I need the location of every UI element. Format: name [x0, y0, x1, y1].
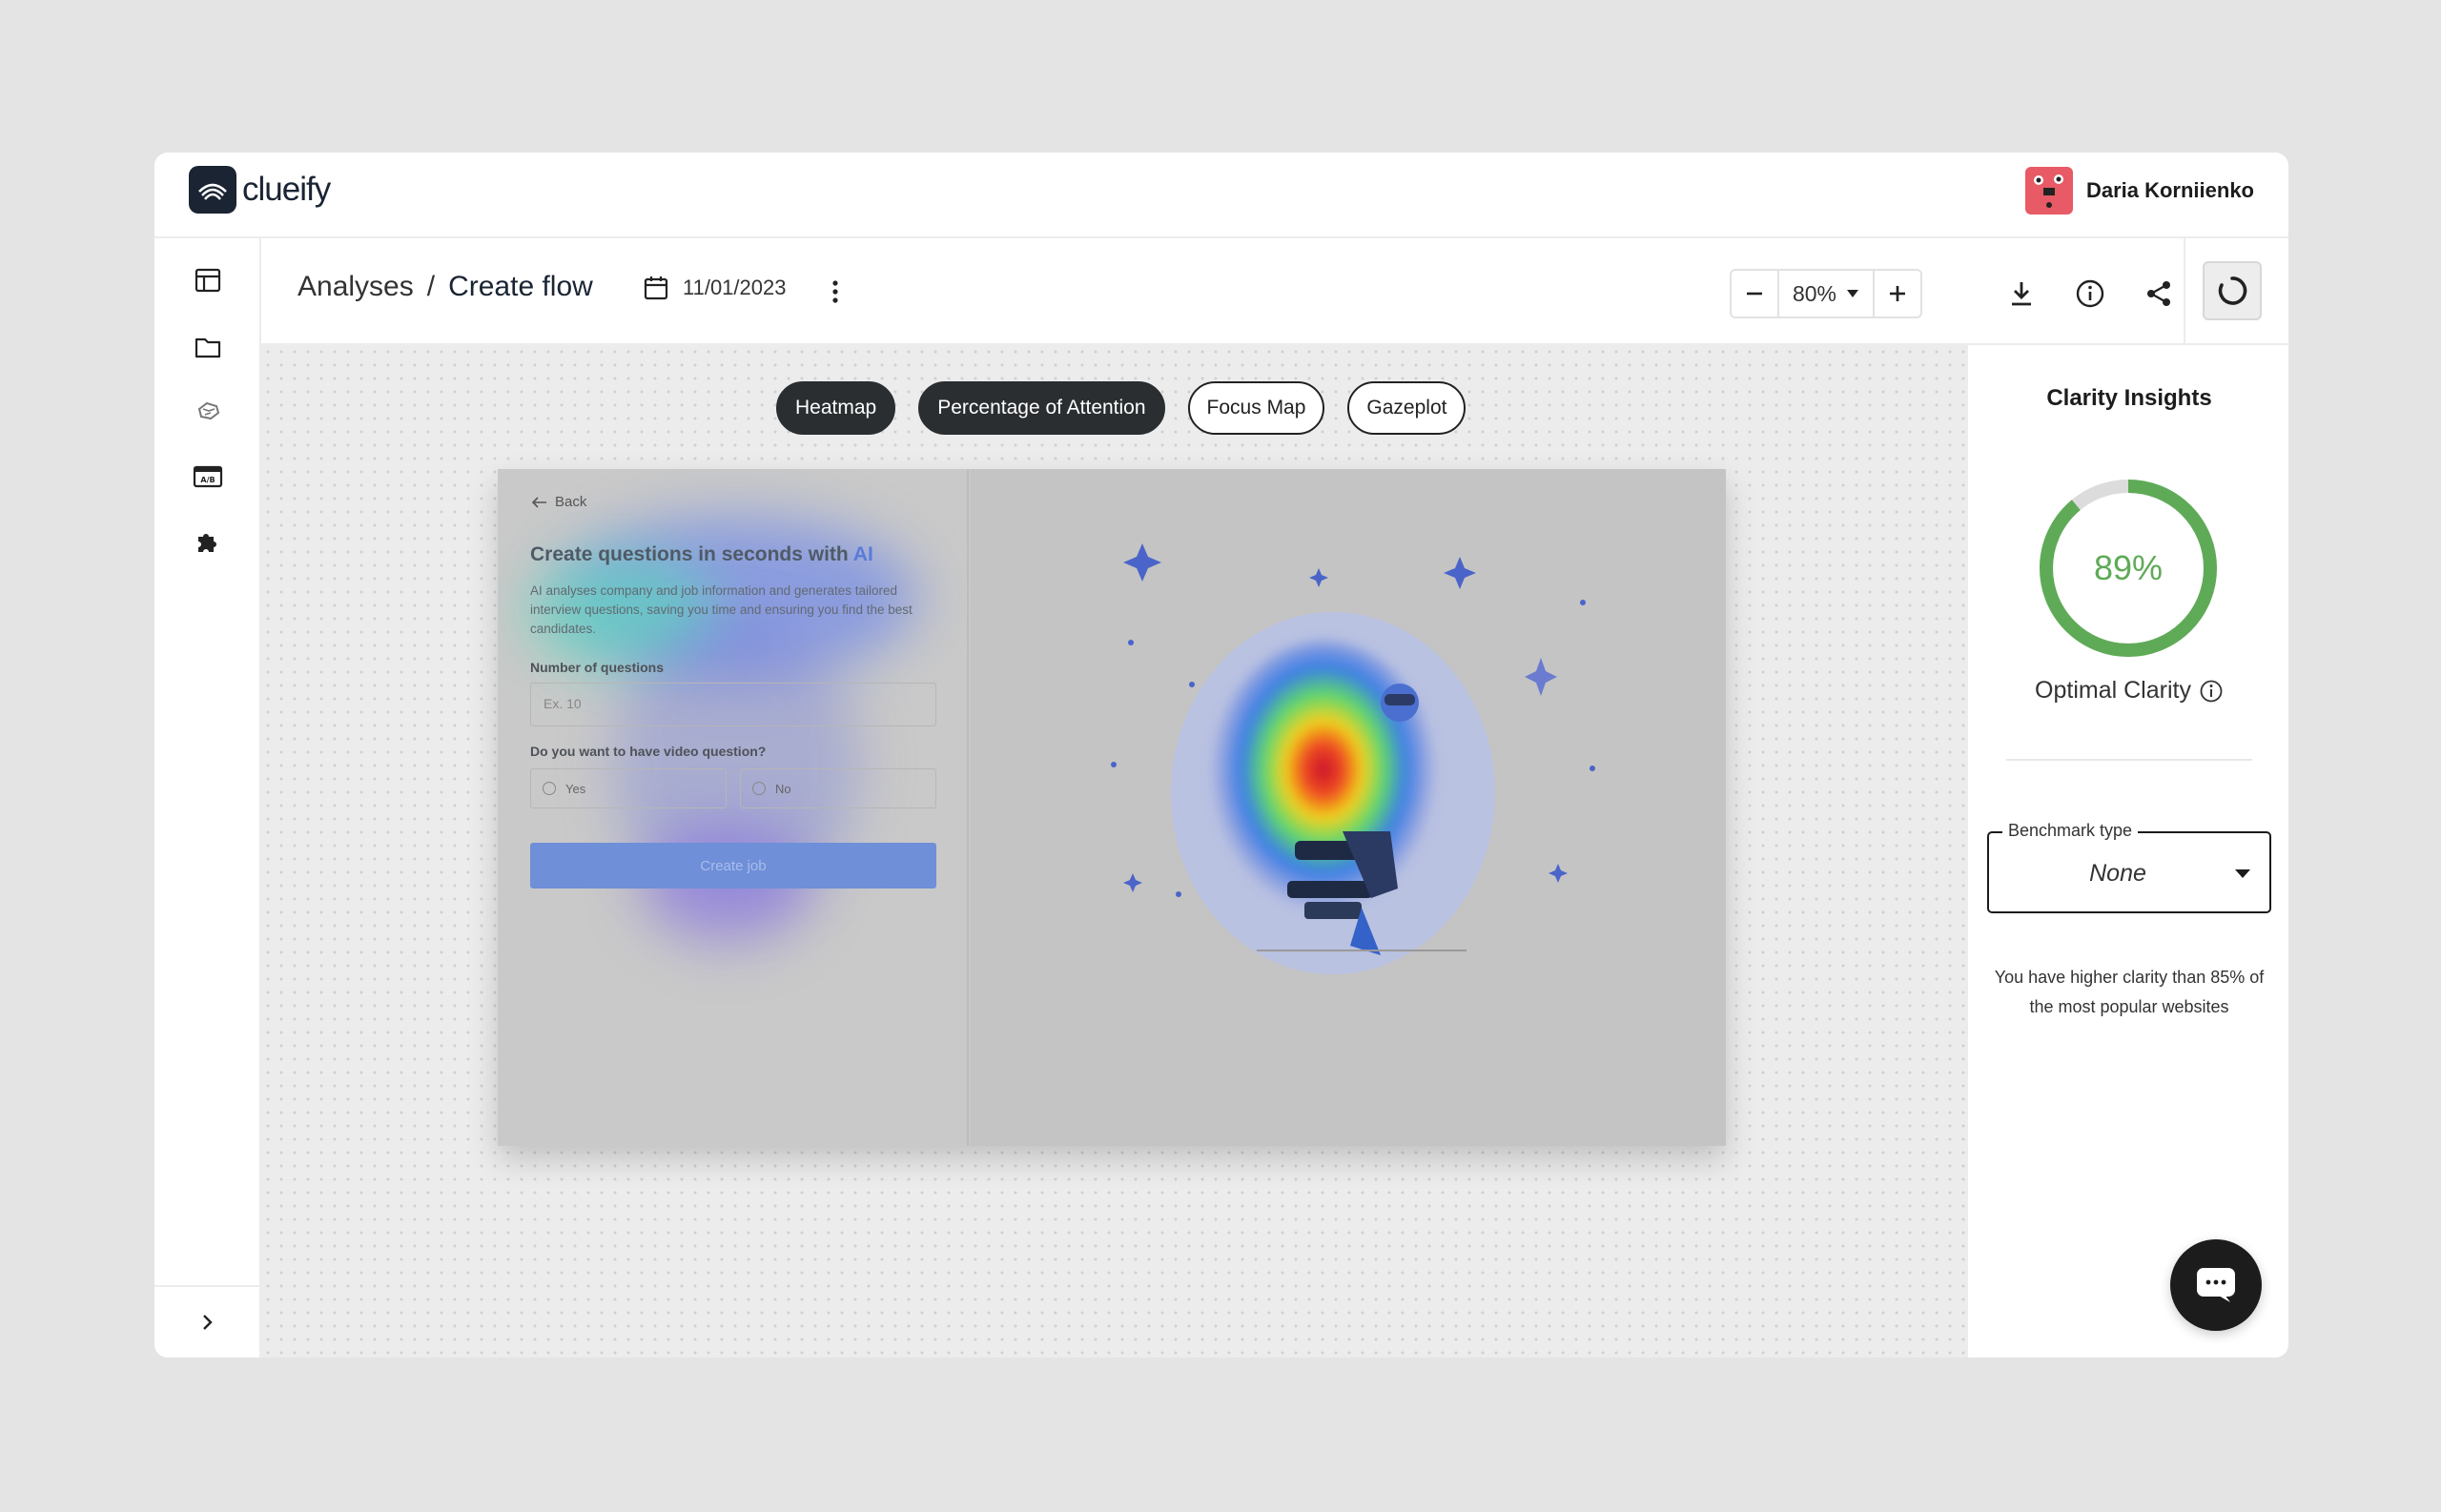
view-mode-tabs: Heatmap Percentage of Attention Focus Ma…: [776, 381, 1467, 435]
user-name: Daria Korniienko: [2085, 178, 2254, 202]
top-bar: clueify Daria Korniienko: [154, 153, 2288, 238]
clarity-status: Optimal Clarity: [1968, 677, 2288, 705]
clarity-status-label: Optimal Clarity: [2035, 677, 2191, 704]
avatar: [2024, 167, 2073, 215]
preview-illustration-panel: [971, 469, 1726, 1146]
preview-radio-yes: Yes: [530, 768, 727, 808]
chat-support-button[interactable]: [2170, 1239, 2262, 1331]
ab-test-nav-icon[interactable]: A/B: [185, 454, 231, 500]
info-icon[interactable]: [2069, 273, 2111, 315]
chevron-right-icon: [203, 1315, 213, 1330]
analysis-canvas: Heatmap Percentage of Attention Focus Ma…: [261, 345, 1966, 1358]
breadcrumb: Analyses / Create flow: [297, 271, 593, 303]
more-options-icon[interactable]: [824, 275, 847, 309]
insights-divider: [2006, 759, 2252, 761]
insights-title: Clarity Insights: [2046, 385, 2212, 411]
preview-questions-input: Ex. 10: [530, 683, 936, 726]
benchmark-type-label: Benchmark type: [2002, 821, 2139, 841]
clarity-insights-panel: Clarity Insights 89% Optimal Clarity Ben…: [1966, 345, 2288, 1358]
calendar-icon: [644, 276, 668, 300]
logo-text: clueify: [242, 171, 331, 208]
preview-questions-label: Number of questions: [530, 660, 665, 675]
tab-percentage-of-attention[interactable]: Percentage of Attention: [918, 381, 1165, 435]
tab-gazeplot[interactable]: Gazeplot: [1347, 381, 1467, 435]
zoom-in-button[interactable]: [1875, 271, 1920, 317]
download-icon[interactable]: [2000, 273, 2042, 315]
arrow-left-icon: [532, 496, 546, 508]
zoom-level: 80%: [1792, 280, 1837, 306]
logo[interactable]: clueify: [189, 166, 331, 214]
preview-back-link: Back: [532, 494, 586, 510]
benchmark-type-select[interactable]: Benchmark type None: [1987, 821, 2271, 913]
spinner-icon: [2218, 276, 2247, 305]
page-title: Create flow: [448, 271, 593, 302]
preview-radio-no: No: [740, 768, 936, 808]
preview-form-panel: Back Create questions in seconds with AI…: [498, 469, 969, 1146]
preview-title: Create questions in seconds with AI: [530, 543, 873, 565]
page-header: Analyses / Create flow 11/01/2023 80%: [261, 238, 2288, 345]
caret-down-icon: [1847, 290, 1859, 297]
expand-nav-button[interactable]: [154, 1285, 259, 1358]
insights-toggle-button[interactable]: [2203, 261, 2262, 320]
clarity-comparison-note: You have higher clarity than 85% of the …: [1994, 968, 2265, 1016]
screenshot-preview: Back Create questions in seconds with AI…: [498, 469, 1726, 1146]
zoom-control: 80%: [1730, 269, 1922, 318]
date-value: 11/01/2023: [683, 276, 787, 299]
plus-icon: [1890, 286, 1905, 301]
folder-nav-icon[interactable]: [185, 324, 231, 370]
preview-video-label: Do you want to have video question?: [530, 744, 767, 759]
preview-create-job-button: Create job: [530, 843, 936, 889]
left-nav: A/B: [154, 238, 261, 1358]
benchmark-type-value: None: [2089, 860, 2146, 887]
zoom-out-button[interactable]: [1732, 271, 1777, 317]
tab-heatmap[interactable]: Heatmap: [776, 381, 896, 435]
preview-description: AI analyses company and job information …: [530, 583, 913, 636]
tab-focus-map[interactable]: Focus Map: [1187, 381, 1325, 435]
svg-text:A/B: A/B: [200, 476, 215, 484]
chat-icon: [2197, 1268, 2235, 1302]
date-picker[interactable]: 11/01/2023: [643, 275, 786, 301]
header-divider: [2184, 238, 2185, 345]
radio-circle-icon: [752, 782, 766, 795]
info-icon[interactable]: [2199, 679, 2224, 704]
share-icon[interactable]: [2138, 273, 2180, 315]
logo-mark-icon: [189, 166, 236, 214]
dashboard-nav-icon[interactable]: [185, 257, 231, 303]
breadcrumb-analyses[interactable]: Analyses: [297, 271, 414, 303]
breadcrumb-separator: /: [426, 271, 436, 302]
radio-circle-icon: [543, 782, 556, 795]
integrations-nav-icon[interactable]: [185, 519, 231, 564]
app-window: clueify Daria Korniienko A/B Analyses / …: [154, 153, 2288, 1358]
zoom-level-select[interactable]: 80%: [1777, 271, 1875, 317]
clarity-score: 89%: [2093, 548, 2164, 587]
minus-icon: [1747, 292, 1762, 296]
brain-nav-icon[interactable]: [185, 389, 231, 435]
user-menu[interactable]: Daria Korniienko: [2024, 167, 2254, 215]
illustration-heatmap: [1111, 543, 1595, 974]
caret-down-icon: [2235, 869, 2250, 878]
